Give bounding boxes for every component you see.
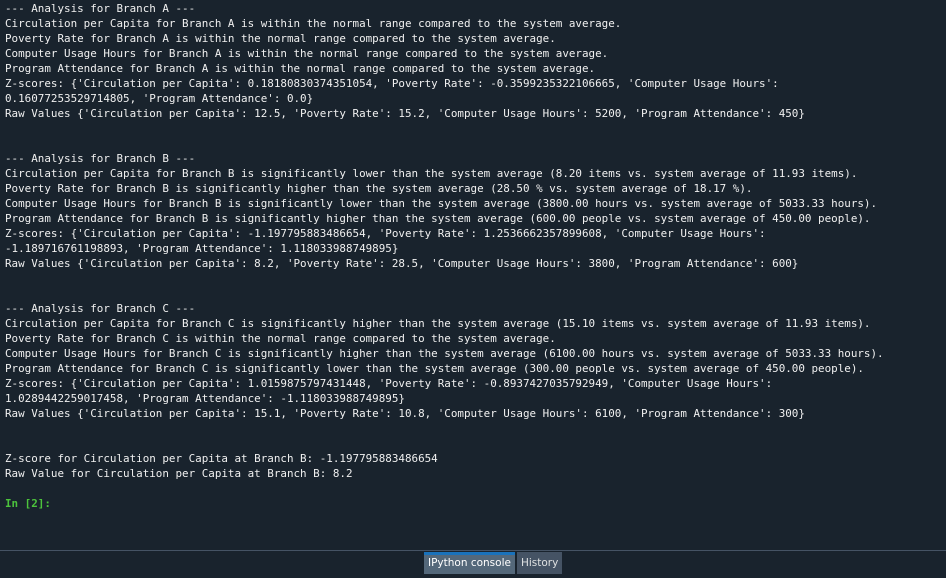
console-line: 1.0289442259017458, 'Program Attendance'… bbox=[5, 392, 405, 405]
console-line: Poverty Rate for Branch C is within the … bbox=[5, 332, 556, 345]
console-line: Program Attendance for Branch C is signi… bbox=[5, 362, 864, 375]
console-line: Z-score for Circulation per Capita at Br… bbox=[5, 452, 438, 465]
console-output-text: --- Analysis for Branch A --- Circulatio… bbox=[5, 1, 884, 511]
console-line: Z-scores: {'Circulation per Capita': 1.0… bbox=[5, 377, 773, 390]
bottom-tab-bar: IPython console History bbox=[0, 550, 946, 578]
console-line: Raw Values {'Circulation per Capita': 12… bbox=[5, 107, 805, 120]
ipython-console-output[interactable]: --- Analysis for Branch A --- Circulatio… bbox=[0, 0, 946, 550]
console-line: Program Attendance for Branch A is withi… bbox=[5, 62, 596, 75]
tab-ipython-console[interactable]: IPython console bbox=[424, 552, 515, 574]
console-line: Poverty Rate for Branch B is significant… bbox=[5, 182, 753, 195]
console-line: Poverty Rate for Branch A is within the … bbox=[5, 32, 556, 45]
console-line: Computer Usage Hours for Branch B is sig… bbox=[5, 197, 878, 210]
console-line: --- Analysis for Branch A --- bbox=[5, 2, 196, 15]
console-line: Circulation per Capita for Branch C is s… bbox=[5, 317, 871, 330]
console-line: Program Attendance for Branch B is signi… bbox=[5, 212, 871, 225]
input-prompt[interactable]: In [2]: bbox=[5, 496, 884, 511]
console-line: 0.16077253529714805, 'Program Attendance… bbox=[5, 92, 314, 105]
console-line: --- Analysis for Branch C --- bbox=[5, 302, 196, 315]
console-line: Circulation per Capita for Branch A is w… bbox=[5, 17, 622, 30]
console-line: -1.189716761198893, 'Program Attendance'… bbox=[5, 242, 399, 255]
console-tabs: IPython console History bbox=[424, 552, 564, 574]
console-line: Z-scores: {'Circulation per Capita': 0.1… bbox=[5, 77, 779, 90]
console-line: Computer Usage Hours for Branch C is sig… bbox=[5, 347, 884, 360]
console-line: Raw Value for Circulation per Capita at … bbox=[5, 467, 353, 480]
console-line: Raw Values {'Circulation per Capita': 15… bbox=[5, 407, 805, 420]
console-line: --- Analysis for Branch B --- bbox=[5, 152, 196, 165]
tab-history[interactable]: History bbox=[516, 552, 563, 574]
console-line: Computer Usage Hours for Branch A is wit… bbox=[5, 47, 609, 60]
console-line: Raw Values {'Circulation per Capita': 8.… bbox=[5, 257, 799, 270]
console-line: Z-scores: {'Circulation per Capita': -1.… bbox=[5, 227, 766, 240]
console-line: Circulation per Capita for Branch B is s… bbox=[5, 167, 858, 180]
